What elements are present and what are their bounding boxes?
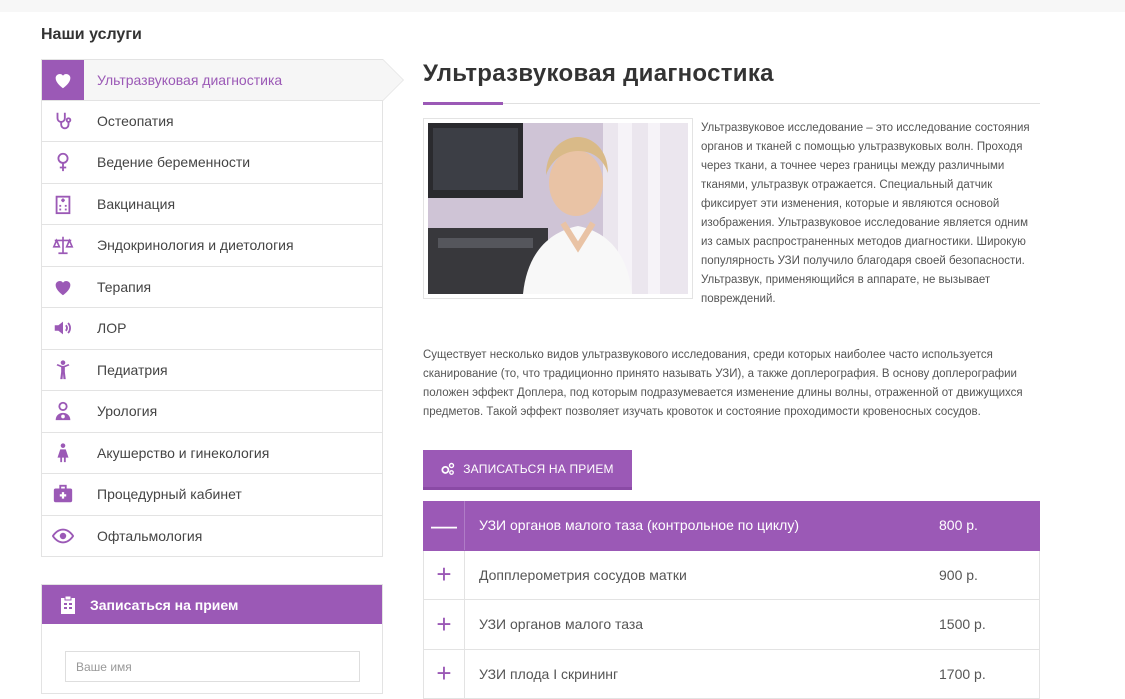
doctor-icon [42,391,84,432]
stethoscope-icon [42,101,84,142]
woman-icon [42,433,84,474]
top-bar [0,0,1125,12]
price-list: — УЗИ органов малого таза (контрольное п… [423,501,1040,699]
sidebar-item-ultrasound[interactable]: Ультразвуковая диагностика [41,59,383,101]
services-heading: Наши услуги [41,26,142,44]
price-row[interactable]: — УЗИ органов малого таза (контрольное п… [423,501,1040,551]
service-name: УЗИ органов малого таза (контрольное по … [465,517,929,533]
expand-icon[interactable]: + [424,650,465,699]
price-row[interactable]: + УЗИ плода I скрининг 1700 р. [423,650,1040,699]
sidebar-item-procedure-room[interactable]: Процедурный кабинет [41,474,383,516]
expand-icon[interactable]: + [424,600,465,649]
scales-icon [42,225,84,266]
sidebar-item-vaccination[interactable]: Вакцинация [41,184,383,226]
title-divider [423,103,1040,104]
sidebar-item-obstetrics[interactable]: Акушерство и гинекология [41,433,383,475]
intro-text: Ультразвуковое исследование – это исслед… [701,119,1041,309]
sidebar-item-label: Офтальмология [84,528,202,544]
sidebar-item-therapy[interactable]: Терапия [41,267,383,309]
doctor-photo [423,118,693,299]
sidebar-item-ent[interactable]: ЛОР [41,308,383,350]
sidebar-item-label: ЛОР [84,320,126,336]
booking-widget: Записаться на прием [41,584,383,694]
collapse-icon[interactable]: — [424,501,465,550]
service-price: 800 р. [929,517,1039,533]
gears-icon [441,462,455,476]
service-name: Допплерометрия сосудов матки [465,567,929,583]
price-row[interactable]: + УЗИ органов малого таза 1500 р. [423,600,1040,650]
service-price: 1500 р. [929,616,1039,632]
service-name: УЗИ органов малого таза [465,616,929,632]
service-name: УЗИ плода I скрининг [465,666,929,682]
sidebar-item-label: Эндокринология и диетология [84,237,294,253]
medkit-icon [42,474,84,515]
sidebar-item-label: Остеопатия [84,113,174,129]
sidebar-item-pregnancy[interactable]: Ведение беременности [41,142,383,184]
sidebar-item-label: Ведение беременности [84,154,250,170]
sidebar-item-ophthalmology[interactable]: Офтальмология [41,516,383,558]
booking-header: Записаться на прием [42,585,382,624]
service-price: 900 р. [929,567,1039,583]
sidebar-item-pediatrics[interactable]: Педиатрия [41,350,383,392]
service-price: 1700 р. [929,666,1039,682]
child-icon [42,350,84,391]
sidebar-item-label: Педиатрия [84,362,168,378]
name-input[interactable] [65,651,360,682]
volume-icon [42,308,84,349]
book-appointment-button[interactable]: ЗАПИСАТЬСЯ НА ПРИЕМ [423,450,632,490]
expand-icon[interactable]: + [424,551,465,600]
heart-icon [42,267,84,308]
female-icon [42,142,84,183]
sidebar-item-osteopathy[interactable]: Остеопатия [41,101,383,143]
sidebar-item-label: Ультразвуковая диагностика [84,72,282,88]
sidebar-item-label: Вакцинация [84,196,175,212]
sidebar-item-label: Процедурный кабинет [84,486,242,502]
hospital-icon [42,184,84,225]
page-title: Ультразвуковая диагностика [423,60,774,88]
clipboard-icon [60,596,76,614]
sidebar-item-label: Акушерство и гинекология [84,445,269,461]
sidebar-item-label: Терапия [84,279,151,295]
title-accent-bar [423,102,503,105]
sidebar-item-endocrinology[interactable]: Эндокринология и диетология [41,225,383,267]
book-appointment-label: ЗАПИСАТЬСЯ НА ПРИЕМ [463,462,614,476]
body-text: Существует несколько видов ультразвуково… [423,346,1043,422]
sidebar-item-label: Урология [84,403,157,419]
price-row[interactable]: + Допплерометрия сосудов матки 900 р. [423,551,1040,601]
eye-icon [42,516,84,557]
services-menu: Ультразвуковая диагностика Остеопатия Ве… [41,59,383,557]
booking-title: Записаться на прием [90,597,238,613]
heart-icon [42,60,84,100]
sidebar-item-urology[interactable]: Урология [41,391,383,433]
